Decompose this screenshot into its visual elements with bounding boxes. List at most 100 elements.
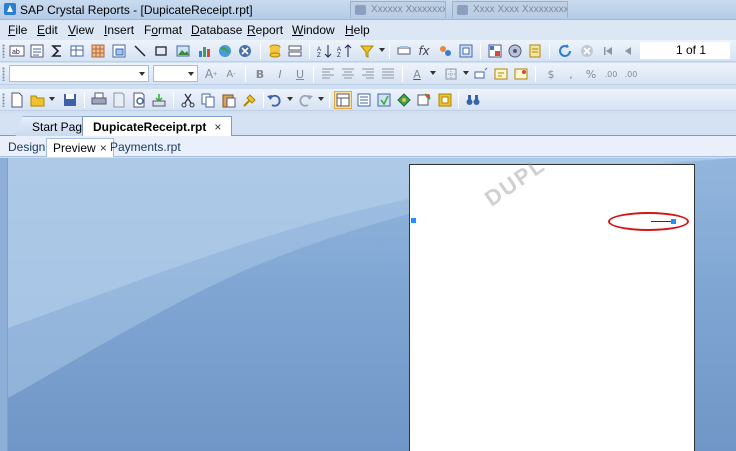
menu-help[interactable]: Help	[345, 23, 370, 37]
lock-format-icon[interactable]	[493, 66, 509, 82]
borders-dropdown-arrow[interactable]	[463, 71, 469, 75]
lock-size-position-icon[interactable]	[513, 66, 529, 82]
toggle-field-view-icon[interactable]	[334, 91, 352, 109]
menu-insert[interactable]: Insert	[104, 23, 134, 37]
tab-payments-rpt[interactable]: Payments.rpt	[104, 138, 187, 157]
repository-explorer-icon[interactable]	[507, 43, 523, 59]
menu-format[interactable]: Format	[144, 23, 182, 37]
insert-text-object-icon[interactable]: ab	[9, 43, 25, 59]
increase-decimals-button[interactable]: .00	[603, 66, 619, 82]
toolbar-grip[interactable]	[2, 67, 5, 81]
formula-workshop-icon[interactable]: fx	[416, 43, 432, 59]
insert-map-icon[interactable]	[217, 43, 233, 59]
dependency-checker-icon[interactable]	[416, 92, 432, 108]
background-window-tab[interactable]: Xxxx Xxxx Xxxxxxxxx Xx	[452, 1, 568, 18]
selection-handle[interactable]	[411, 218, 416, 223]
report-preview-area[interactable]	[0, 158, 736, 451]
record-sort-expert-icon[interactable]: AZ	[316, 43, 332, 59]
select-expert-filter-icon[interactable]	[359, 43, 375, 59]
page-number-indicator[interactable]: 1 of 1	[640, 42, 730, 59]
insert-chart-icon[interactable]	[196, 43, 212, 59]
sort-icon[interactable]: AZ	[336, 43, 352, 59]
font-name-select[interactable]	[9, 65, 149, 82]
redo-dropdown-arrow[interactable]	[318, 97, 324, 101]
justify-icon[interactable]	[380, 66, 396, 82]
close-icon[interactable]: ×	[214, 120, 221, 134]
paste-icon[interactable]	[221, 92, 237, 108]
menu-file[interactable]: File	[8, 23, 27, 37]
open-folder-icon[interactable]	[30, 92, 46, 108]
template-expert-icon[interactable]	[437, 43, 453, 59]
underline-button[interactable]: U	[292, 66, 308, 82]
menu-edit[interactable]: Edit	[37, 23, 58, 37]
borders-icon[interactable]	[443, 66, 459, 82]
tab-design[interactable]: Design	[2, 138, 51, 157]
report-explorer-icon[interactable]	[527, 43, 543, 59]
section-expert-icon[interactable]	[396, 43, 412, 59]
tab-label: Preview	[53, 141, 96, 155]
report-page[interactable]	[409, 164, 695, 451]
previous-page-icon[interactable]	[620, 43, 636, 59]
font-color-dropdown-arrow[interactable]	[430, 71, 436, 75]
field-explorer-toggle-icon[interactable]	[376, 92, 392, 108]
background-window-tab[interactable]: Xxxxxx Xxxxxxxx Xx	[350, 1, 446, 18]
field-explorer-icon[interactable]	[487, 43, 503, 59]
font-size-select[interactable]	[153, 65, 198, 82]
open-dropdown-arrow[interactable]	[49, 97, 55, 101]
insert-subreport-icon[interactable]	[111, 43, 127, 59]
insert-summary-icon[interactable]	[49, 43, 65, 59]
print-icon[interactable]	[91, 92, 107, 108]
currency-button[interactable]: $	[543, 66, 559, 82]
new-document-icon[interactable]	[9, 92, 25, 108]
copy-icon[interactable]	[200, 92, 216, 108]
menu-database[interactable]: Database	[191, 23, 242, 37]
format-painter-icon[interactable]	[242, 92, 258, 108]
stop-icon[interactable]	[579, 43, 595, 59]
report-bursting-icon[interactable]	[458, 43, 474, 59]
percent-button[interactable]: %	[583, 66, 599, 82]
toolbar-grip[interactable]	[2, 93, 5, 107]
align-left-icon[interactable]	[320, 66, 336, 82]
title-bar: SAP Crystal Reports - [DupicateReceipt.r…	[0, 0, 736, 20]
report-explorer-toggle-icon[interactable]	[356, 92, 372, 108]
align-center-icon[interactable]	[340, 66, 356, 82]
refresh-icon[interactable]	[557, 43, 573, 59]
suppress-icon[interactable]	[473, 66, 489, 82]
first-page-icon[interactable]	[600, 43, 616, 59]
save-icon[interactable]	[62, 92, 78, 108]
print-preview-icon[interactable]	[111, 92, 127, 108]
export-icon[interactable]	[151, 92, 167, 108]
thousands-separator-button[interactable]: ,	[563, 66, 579, 82]
insert-flash-icon[interactable]	[237, 43, 253, 59]
align-right-icon[interactable]	[360, 66, 376, 82]
toolbar-grip[interactable]	[2, 44, 5, 58]
insert-picture-icon[interactable]	[175, 43, 191, 59]
menu-window[interactable]: Window	[292, 23, 335, 37]
redo-icon[interactable]	[298, 92, 314, 108]
preview-icon[interactable]	[131, 92, 147, 108]
insert-group-icon[interactable]	[29, 43, 45, 59]
bold-button[interactable]: B	[252, 66, 268, 82]
database-expert-icon[interactable]	[267, 43, 283, 59]
italic-button[interactable]: I	[272, 66, 288, 82]
workbench-icon[interactable]	[396, 92, 412, 108]
menu-view[interactable]: View	[68, 23, 94, 37]
insert-line-icon[interactable]	[132, 43, 148, 59]
menu-report[interactable]: Report	[247, 23, 283, 37]
insert-cross-tab-icon[interactable]	[69, 43, 85, 59]
font-color-icon[interactable]: A	[409, 66, 425, 82]
page-number-text: 1 of 1	[675, 43, 706, 57]
filter-dropdown-arrow[interactable]	[379, 48, 385, 52]
decrease-decimals-button[interactable]: .00	[623, 66, 639, 82]
tab-dupicate-receipt[interactable]: DupicateReceipt.rpt ×	[82, 116, 233, 137]
find-binoculars-icon[interactable]	[465, 92, 481, 108]
insert-box-icon[interactable]	[153, 43, 169, 59]
undo-icon[interactable]	[266, 92, 282, 108]
insert-olap-grid-icon[interactable]	[90, 43, 106, 59]
group-expert-icon[interactable]	[287, 43, 303, 59]
undo-dropdown-arrow[interactable]	[287, 97, 293, 101]
cut-icon[interactable]	[180, 92, 196, 108]
decrease-font-size-icon[interactable]: A-	[223, 66, 239, 82]
increase-font-size-icon[interactable]: A +	[203, 66, 219, 82]
report-bursting-indexes-icon[interactable]	[437, 92, 453, 108]
